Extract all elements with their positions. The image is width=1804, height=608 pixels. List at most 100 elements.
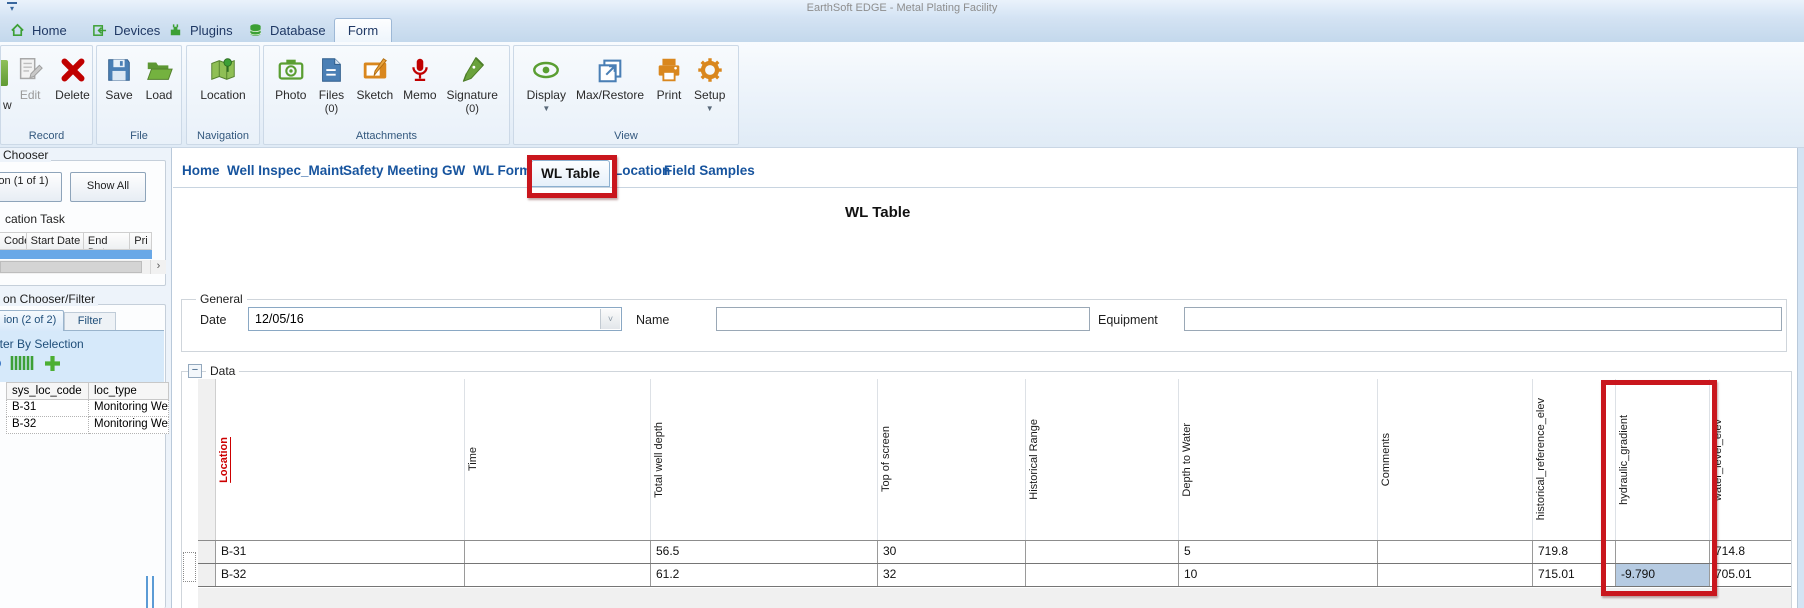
task-col-start-date[interactable]: Start Date — [27, 232, 84, 250]
cell-historical-range[interactable] — [1025, 564, 1178, 586]
task-col-pri[interactable]: Pri — [130, 232, 152, 250]
add-icon[interactable] — [44, 355, 61, 377]
group-label-view: View — [514, 130, 738, 142]
form-tab-wl-form[interactable]: WL Form — [473, 163, 531, 185]
splitter-handle[interactable] — [146, 576, 154, 608]
ribbon-tab-home[interactable]: Home — [2, 18, 75, 42]
col-loc-type[interactable]: loc_type — [89, 382, 169, 400]
column-header-time[interactable]: Time — [464, 379, 650, 540]
row-header-gutter — [198, 379, 216, 540]
delete-icon — [58, 55, 88, 85]
setup-dropdown-caret[interactable]: ▼ — [706, 104, 714, 113]
new-button-partial-icon[interactable] — [1, 60, 8, 86]
task-col-end-date[interactable]: End Date — [84, 232, 130, 250]
cell-time[interactable] — [464, 541, 650, 563]
save-button[interactable]: Save — [101, 55, 137, 102]
form-tab-well-inspec-maint[interactable]: Well Inspec_Maint — [227, 163, 344, 185]
name-field[interactable] — [716, 307, 1090, 331]
task-col-code[interactable]: Code — [0, 232, 27, 250]
print-button[interactable]: Print — [651, 55, 687, 113]
home-icon — [10, 23, 25, 38]
ribbon-group-navigation: Location Navigation — [186, 45, 260, 145]
scroll-right-arrow-icon[interactable]: › — [150, 260, 166, 274]
tab-filter[interactable]: Filter — [64, 312, 116, 331]
delete-button[interactable]: Delete — [52, 55, 93, 102]
ribbon: w Edit Delete Record Save Load File — [0, 42, 1804, 148]
edit-button[interactable]: Edit — [12, 55, 48, 102]
column-header-location[interactable]: Location — [216, 379, 464, 540]
date-label: Date — [200, 313, 226, 327]
new-button-partial-label[interactable]: w — [3, 98, 12, 112]
location-button[interactable]: Location — [197, 55, 248, 102]
equipment-field[interactable] — [1184, 307, 1782, 331]
name-label: Name — [636, 313, 669, 327]
row-gutter-cell[interactable] — [198, 541, 216, 563]
date-combobox[interactable]: 12/05/16 ˅ — [248, 307, 622, 331]
selection-button-truncated[interactable]: ction (1 of 1) — [0, 172, 62, 202]
show-all-button[interactable]: Show All — [70, 172, 146, 202]
column-header-total-well-depth[interactable]: Total well depth — [650, 379, 877, 540]
form-tab-home[interactable]: Home — [182, 163, 220, 185]
tab-selection[interactable]: ion (2 of 2) — [0, 310, 64, 331]
col-sys-loc-code[interactable]: sys_loc_code — [6, 382, 89, 400]
record-selector-marker[interactable] — [183, 552, 196, 582]
location-row[interactable]: B-31 Monitoring Well — [6, 400, 169, 417]
cell-depth-to-water[interactable]: 10 — [1178, 564, 1377, 586]
column-header-historical-range[interactable]: Historical Range — [1025, 379, 1178, 540]
task-horizontal-scrollbar[interactable]: › — [0, 260, 166, 274]
column-header-water-level-elev[interactable]: water_level_elev — [1709, 379, 1791, 540]
cell-water-level-elev[interactable]: 714.8 — [1709, 541, 1791, 563]
gear-icon — [695, 55, 725, 85]
grid-empty-area — [198, 588, 1791, 608]
form-tab-safety-meeting[interactable]: Safety Meeting — [343, 163, 438, 185]
ribbon-tab-database[interactable]: Database — [240, 18, 334, 42]
memo-button[interactable]: Memo — [400, 55, 439, 115]
signature-button[interactable]: Signature (0) — [444, 55, 501, 115]
ribbon-tab-plugins[interactable]: Plugins — [160, 18, 241, 42]
cell-location[interactable]: B-31 — [216, 541, 464, 563]
ribbon-tab-devices[interactable]: Devices — [84, 18, 168, 42]
max-restore-button[interactable]: Max/Restore — [573, 55, 647, 113]
cell-total-well-depth[interactable]: 56.5 — [650, 541, 877, 563]
display-button[interactable]: Display ▼ — [524, 55, 569, 113]
cell-water-level-elev[interactable]: 705.01 — [1709, 564, 1791, 586]
dot-icon[interactable] — [0, 359, 1, 368]
scrollbar-thumb[interactable] — [0, 261, 142, 273]
cell-total-well-depth[interactable]: 61.2 — [650, 564, 877, 586]
sketch-button[interactable]: Sketch — [353, 55, 396, 115]
load-button[interactable]: Load — [141, 55, 177, 102]
task-selected-row[interactable] — [0, 250, 152, 259]
edit-icon — [15, 55, 45, 85]
column-header-comments[interactable]: Comments — [1377, 379, 1532, 540]
files-button[interactable]: Files (0) — [313, 55, 349, 115]
cell-location[interactable]: B-32 — [216, 564, 464, 586]
photo-button[interactable]: Photo — [272, 55, 309, 115]
ribbon-tab-form[interactable]: Form — [334, 18, 392, 42]
cell-historical-range[interactable] — [1025, 541, 1178, 563]
ribbon-group-attachments: Photo Files (0) Sketch Memo Signature (0… — [263, 45, 510, 145]
cell-comments[interactable] — [1377, 541, 1532, 563]
cell-top-of-screen[interactable]: 32 — [877, 564, 1025, 586]
cell-depth-to-water[interactable]: 5 — [1178, 541, 1377, 563]
location-row[interactable]: B-32 Monitoring Well — [6, 417, 169, 434]
form-tab-gw[interactable]: GW — [442, 163, 465, 185]
camera-icon — [276, 55, 306, 85]
column-header-depth-to-water[interactable]: Depth to Water — [1178, 379, 1377, 540]
display-dropdown-caret[interactable]: ▼ — [542, 104, 550, 113]
collapse-data-button[interactable]: − — [188, 364, 202, 378]
row-gutter-cell[interactable] — [198, 564, 216, 586]
form-tab-field-samples[interactable]: Field Samples — [664, 163, 755, 185]
cell-top-of-screen[interactable]: 30 — [877, 541, 1025, 563]
eye-icon — [531, 55, 561, 85]
chevron-down-icon[interactable]: ˅ — [600, 309, 620, 329]
form-tab-location[interactable]: Location — [614, 163, 670, 185]
cell-time[interactable] — [464, 564, 650, 586]
filter-by-selection-label: lter By Selection — [0, 337, 84, 351]
database-icon — [248, 23, 263, 38]
location-chooser-filter-label: on Chooser/Filter — [0, 292, 98, 306]
barcode-icon[interactable] — [10, 355, 38, 376]
title-bar: ▾ EarthSoft EDGE - Metal Plating Facilit… — [0, 0, 1804, 18]
column-header-top-of-screen[interactable]: Top of screen — [877, 379, 1025, 540]
setup-button[interactable]: Setup ▼ — [691, 55, 728, 113]
cell-comments[interactable] — [1377, 564, 1532, 586]
